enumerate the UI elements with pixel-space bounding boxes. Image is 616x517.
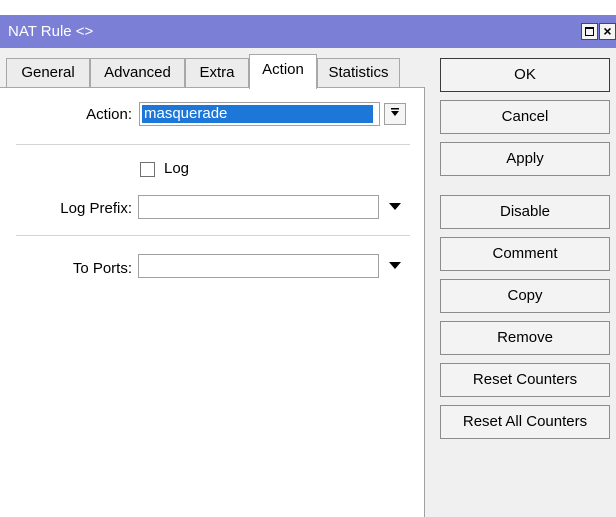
comment-button[interactable]: Comment	[440, 237, 610, 271]
to-ports-dropdown-icon[interactable]	[389, 262, 401, 269]
nat-rule-window: NAT Rule <> × General Advanced Extra Act…	[0, 0, 616, 517]
log-label: Log	[164, 160, 190, 177]
dropdown-icon	[391, 108, 399, 116]
panel-divider	[424, 87, 425, 517]
separator	[16, 235, 410, 236]
tab-advanced[interactable]: Advanced	[90, 58, 185, 88]
cancel-button[interactable]: Cancel	[440, 100, 610, 134]
close-icon[interactable]: ×	[599, 23, 616, 40]
top-strip	[0, 0, 616, 15]
tab-extra[interactable]: Extra	[185, 58, 249, 88]
tab-action[interactable]: Action	[249, 54, 317, 89]
tab-statistics[interactable]: Statistics	[317, 58, 400, 88]
log-prefix-input[interactable]	[138, 195, 379, 219]
to-ports-input[interactable]	[138, 254, 379, 278]
to-ports-label: To Ports:	[72, 260, 132, 277]
apply-button[interactable]: Apply	[440, 142, 610, 176]
action-tab-panel: Action: masquerade Log Log Prefix: To Po…	[0, 87, 424, 517]
title-bar[interactable]: NAT Rule <> ×	[0, 15, 616, 48]
disable-button[interactable]: Disable	[440, 195, 610, 229]
separator	[16, 144, 410, 145]
copy-button[interactable]: Copy	[440, 279, 610, 313]
action-select[interactable]: masquerade	[139, 102, 380, 126]
action-dropdown-button[interactable]	[384, 103, 406, 125]
window-title: NAT Rule <>	[8, 23, 94, 40]
reset-all-counters-button[interactable]: Reset All Counters	[440, 405, 610, 439]
log-checkbox[interactable]	[140, 162, 155, 177]
remove-button[interactable]: Remove	[440, 321, 610, 355]
tab-general[interactable]: General	[6, 58, 90, 88]
maximize-icon[interactable]	[581, 23, 598, 40]
reset-counters-button[interactable]: Reset Counters	[440, 363, 610, 397]
action-select-value: masquerade	[142, 105, 373, 123]
ok-button[interactable]: OK	[440, 58, 610, 92]
log-prefix-dropdown-icon[interactable]	[389, 203, 401, 210]
action-label: Action:	[86, 106, 132, 123]
log-prefix-label: Log Prefix:	[60, 200, 132, 217]
